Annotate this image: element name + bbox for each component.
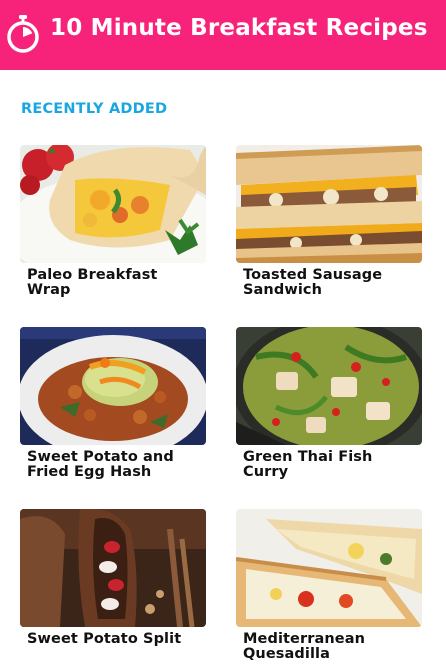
recipe-title-line: Sandwich <box>243 282 323 298</box>
recipe-title[interactable]: Paleo Breakfast Wrap <box>20 268 206 298</box>
section-title-recently-added: RECENTLY ADDED <box>21 101 168 117</box>
toasted-sandwich-photo[interactable] <box>236 145 422 263</box>
recipe-title-line: Wrap <box>27 282 71 298</box>
recipe-title[interactable]: Green Thai Fish Curry <box>236 450 422 480</box>
recipe-card[interactable]: Toasted Sausage Sandwich <box>236 145 422 298</box>
recipe-card[interactable]: Paleo Breakfast Wrap <box>20 145 206 298</box>
recipe-title-line: Toasted Sausage <box>243 267 383 283</box>
app-header: 10 Minute Breakfast Recipes <box>0 0 446 70</box>
recipe-title-line: Green Thai Fish <box>243 449 373 465</box>
breakfast-wrap-photo[interactable] <box>20 145 206 263</box>
recipe-title-line: Curry <box>243 464 289 480</box>
egg-hash-photo[interactable] <box>20 327 206 445</box>
app-title: 10 Minute Breakfast Recipes <box>50 15 428 41</box>
recipe-title-line: Paleo Breakfast <box>27 267 158 283</box>
recipe-card[interactable]: Sweet Potato and Fried Egg Hash <box>20 327 206 480</box>
sweet-potato-split-photo[interactable] <box>20 509 206 627</box>
recipe-title[interactable]: Sweet Potato and Fried Egg Hash <box>20 450 206 480</box>
recipe-title[interactable]: Toasted Sausage Sandwich <box>236 268 422 298</box>
recipe-card[interactable]: Mediterranean Quesadilla <box>236 509 422 662</box>
recipe-title-line: Fried Egg Hash <box>27 464 152 480</box>
recipe-title[interactable]: Sweet Potato Split <box>20 632 206 647</box>
recipe-title-line: Quesadilla <box>243 646 330 662</box>
recipe-title-line: Mediterranean <box>243 631 366 647</box>
recipe-card[interactable]: Sweet Potato Split <box>20 509 206 647</box>
stopwatch-icon <box>7 15 39 53</box>
recipe-card[interactable]: Green Thai Fish Curry <box>236 327 422 480</box>
recipe-title[interactable]: Mediterranean Quesadilla <box>236 632 422 662</box>
fish-curry-photo[interactable] <box>236 327 422 445</box>
app-screen: 10 Minute Breakfast Recipes RECENTLY ADD… <box>0 0 446 671</box>
quesadilla-photo[interactable] <box>236 509 422 627</box>
recipe-title-line: Sweet Potato Split <box>27 631 182 647</box>
recipe-title-line: Sweet Potato and <box>27 449 174 465</box>
